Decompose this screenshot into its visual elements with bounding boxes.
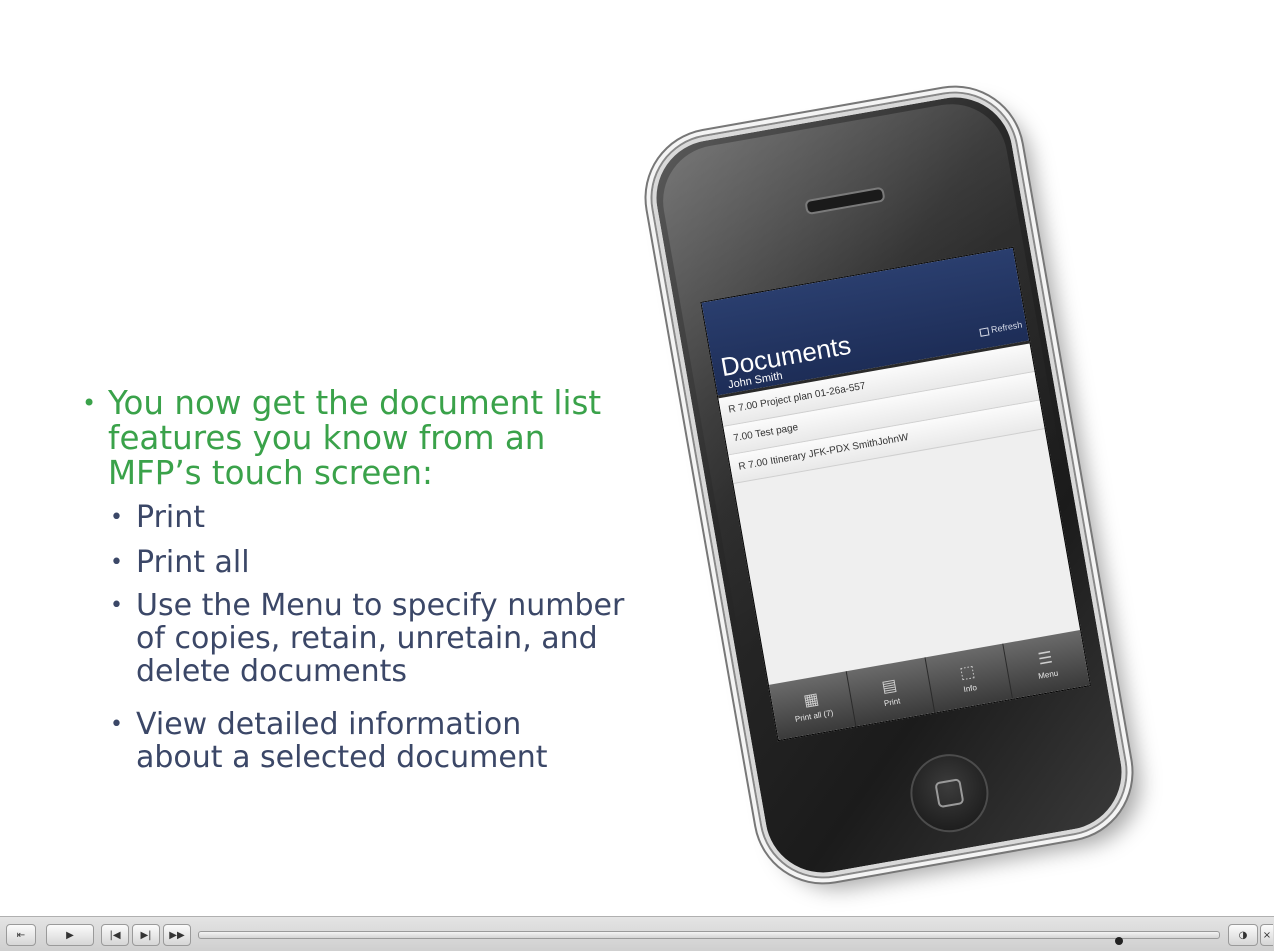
menu-icon: ☰ (1036, 648, 1054, 669)
skip-to-start-button[interactable]: |◀ (101, 924, 129, 946)
play-button[interactable]: ▶ (46, 924, 94, 946)
main-bullet-text: You now get the document list features y… (108, 386, 601, 491)
menu-button[interactable]: ☰ Menu (1003, 630, 1090, 699)
volume-icon: ◑ (1238, 929, 1248, 941)
volume-button[interactable]: ◑ (1228, 924, 1258, 946)
phone-illustration: Documents John Smith Refresh R 7.00 Proj… (642, 83, 1136, 887)
bullet-list: • You now get the document list features… (82, 386, 702, 775)
player-controls: ⇤ ▶ |◀ ▶| ▶▶ ◑ × (0, 916, 1274, 951)
sub-bullet-view-info: • View detailed information about a sele… (110, 708, 702, 774)
sub-bullet-line: View detailed information (136, 707, 522, 742)
sub-bullet-menu: • Use the Menu to specify number of copi… (110, 589, 702, 688)
previous-slide-button[interactable]: ▶| (132, 924, 160, 946)
print-all-icon: ▦ (802, 690, 821, 710)
home-square-icon (934, 778, 965, 809)
sub-bullet-print: • Print (110, 501, 702, 534)
refresh-label: Refresh (990, 319, 1024, 335)
phone-body: Documents John Smith Refresh R 7.00 Proj… (642, 83, 1136, 887)
print-all-label: Print all (7) (794, 707, 834, 724)
refresh-icon (979, 326, 990, 337)
previous-slide-icon: ▶| (140, 929, 152, 941)
main-bullet-line: MFP’s touch screen: (108, 454, 433, 492)
next-slide-button[interactable]: ▶▶ (163, 924, 191, 946)
progress-thumb[interactable] (1115, 937, 1124, 945)
bullet-dot: • (110, 712, 123, 737)
bullet-dot: • (82, 389, 97, 417)
info-icon: ⬚ (958, 662, 977, 682)
exit-icon: ⇤ (16, 929, 26, 941)
exit-button[interactable]: ⇤ (6, 924, 36, 946)
progress-track[interactable] (198, 931, 1220, 939)
play-icon: ▶ (66, 929, 74, 941)
close-button[interactable]: × (1260, 924, 1273, 946)
print-icon: ▤ (880, 676, 899, 696)
print-label: Print (883, 695, 901, 708)
sub-bullet-line: Print all (136, 545, 250, 580)
main-bullet: • You now get the document list features… (82, 386, 702, 491)
main-bullet-line: You now get the document list (108, 384, 602, 422)
main-bullet-line: features you know from an (108, 419, 546, 457)
slide: • You now get the document list features… (0, 0, 1274, 916)
close-icon: × (1262, 929, 1272, 941)
sub-bullet-line: Use the Menu to specify number (136, 588, 625, 623)
bullet-dot: • (110, 505, 123, 530)
info-label: Info (962, 682, 978, 694)
bullet-dot: • (110, 550, 123, 575)
bullet-dot: • (110, 593, 123, 618)
sub-bullet-line: delete documents (136, 654, 408, 689)
next-slide-icon: ▶▶ (169, 929, 185, 941)
sub-bullet-line: of copies, retain, unretain, and (136, 621, 598, 656)
refresh-button[interactable]: Refresh (979, 320, 1023, 337)
skip-to-start-icon: |◀ (109, 929, 121, 941)
sub-bullet-line: Print (136, 500, 206, 535)
menu-label: Menu (1037, 668, 1059, 681)
sub-bullet-print-all: • Print all (110, 546, 702, 579)
sub-bullet-line: about a selected document (136, 740, 548, 775)
